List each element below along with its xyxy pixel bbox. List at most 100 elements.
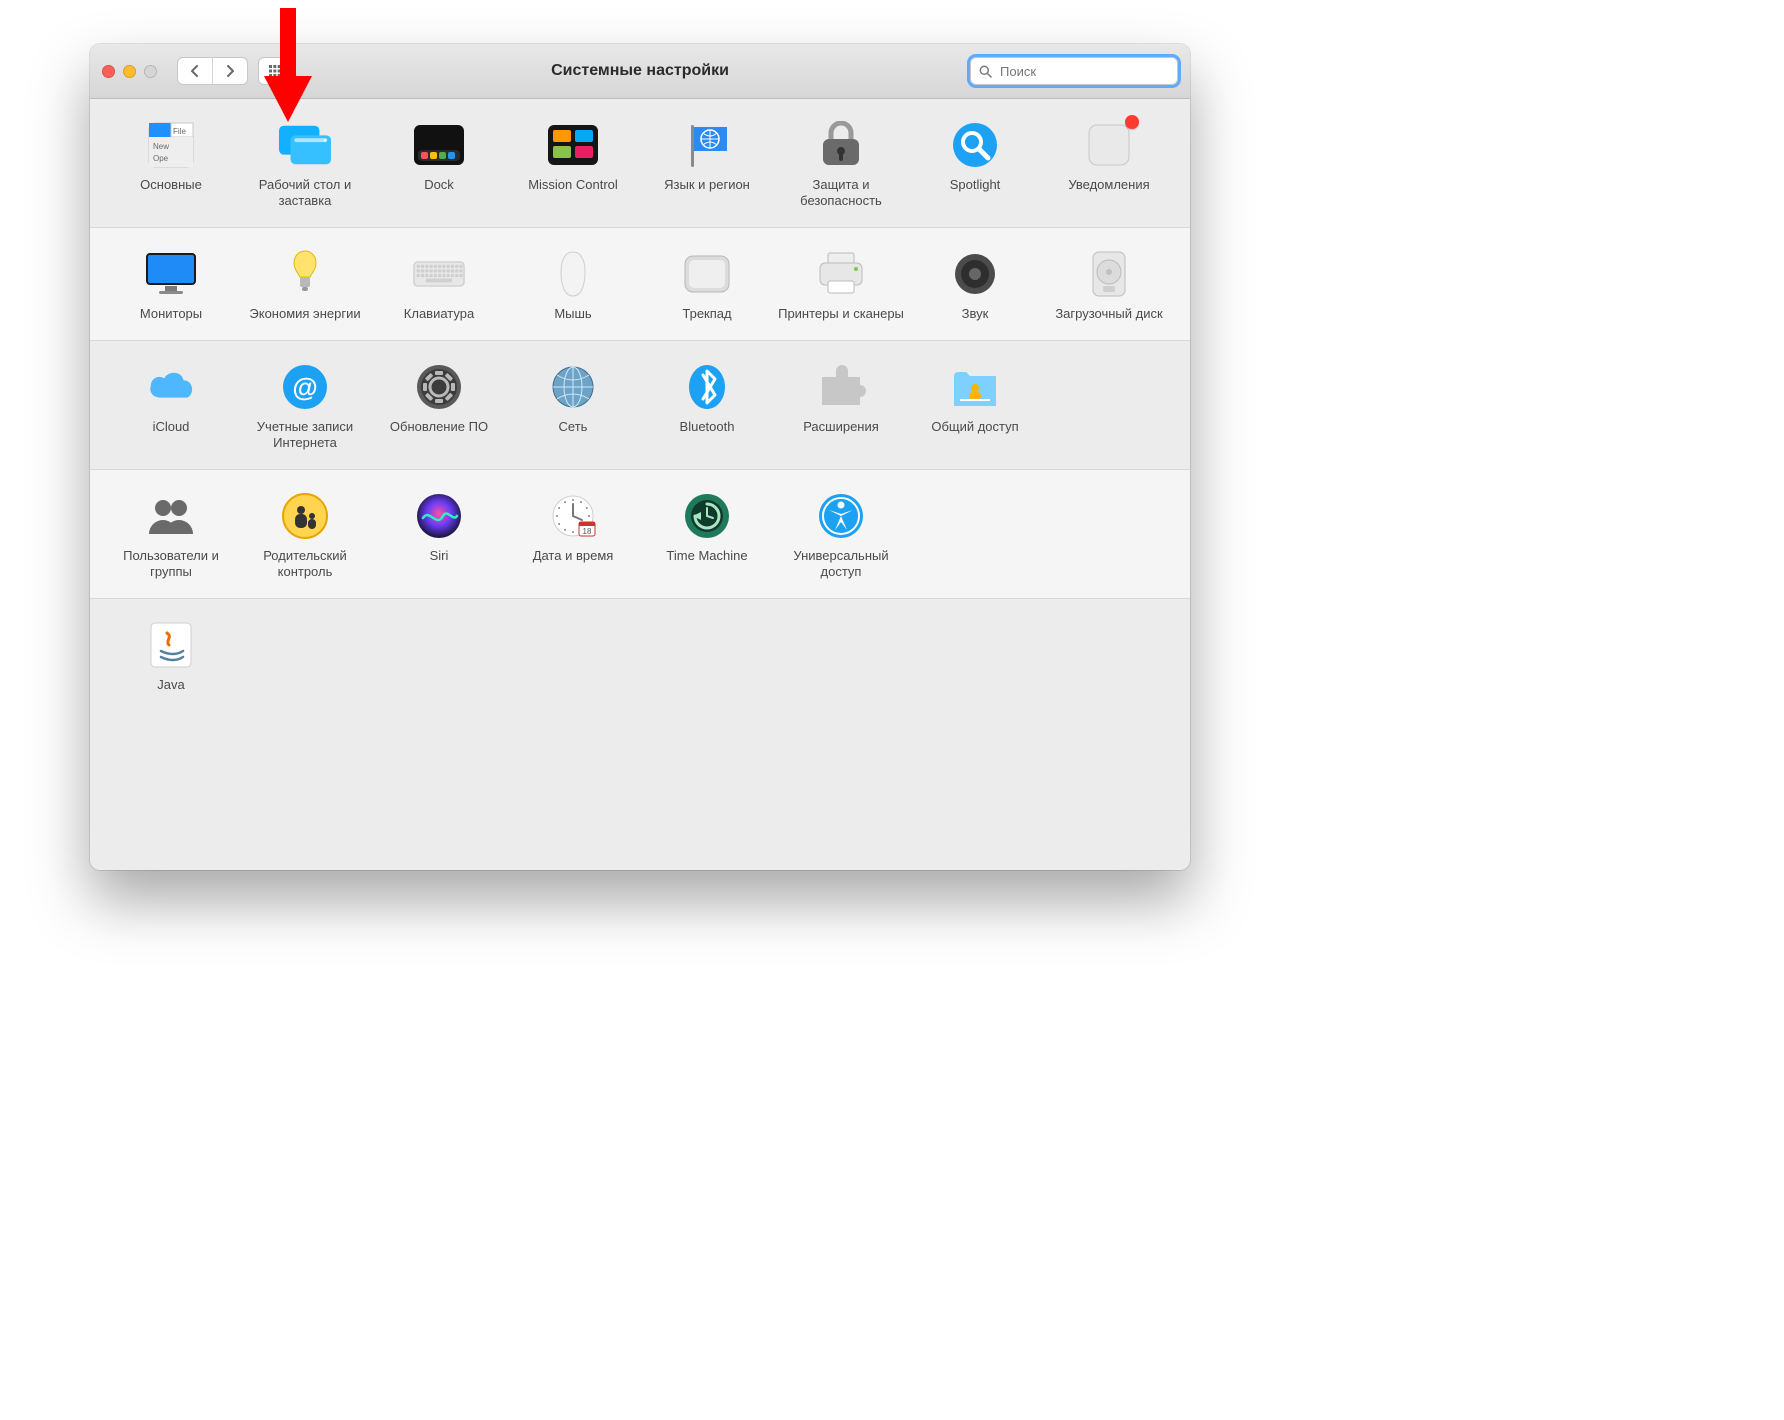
pref-item-label: Уведомления bbox=[1068, 177, 1149, 193]
pref-item-notifications[interactable]: Уведомления bbox=[1042, 119, 1176, 209]
pref-item-label: Звук bbox=[962, 306, 989, 322]
pref-item-date-time[interactable]: 18 Дата и время bbox=[506, 490, 640, 580]
network-icon bbox=[547, 361, 599, 413]
pref-item-label: Java bbox=[157, 677, 184, 693]
pref-item-dock[interactable]: Dock bbox=[372, 119, 506, 209]
pref-item-network[interactable]: Сеть bbox=[506, 361, 640, 451]
trackpad-icon bbox=[681, 248, 733, 300]
close-button[interactable] bbox=[102, 65, 115, 78]
date-time-icon: 18 bbox=[547, 490, 599, 542]
nav-back-forward bbox=[177, 57, 248, 85]
pref-item-label: Защита и безопасность bbox=[778, 177, 904, 209]
pref-item-label: iCloud bbox=[153, 419, 190, 435]
general-icon: FileNewOpe bbox=[145, 119, 197, 171]
pref-item-software-update[interactable]: Обновление ПО bbox=[372, 361, 506, 451]
search-field[interactable] bbox=[970, 57, 1178, 85]
back-button[interactable] bbox=[178, 58, 212, 84]
pref-item-mouse[interactable]: Мышь bbox=[506, 248, 640, 322]
pref-item-label: Загрузочный диск bbox=[1055, 306, 1162, 322]
sound-icon bbox=[949, 248, 1001, 300]
pref-item-icloud[interactable]: iCloud bbox=[104, 361, 238, 451]
pref-item-spotlight[interactable]: Spotlight bbox=[908, 119, 1042, 209]
minimize-button[interactable] bbox=[123, 65, 136, 78]
pref-item-label: Мышь bbox=[554, 306, 591, 322]
pref-item-label: Time Machine bbox=[666, 548, 747, 564]
pref-item-printers-scanners[interactable]: Принтеры и сканеры bbox=[774, 248, 908, 322]
extensions-icon bbox=[815, 361, 867, 413]
notifications-icon bbox=[1083, 119, 1135, 171]
search-icon bbox=[979, 65, 992, 78]
zoom-button-disabled bbox=[144, 65, 157, 78]
svg-text:18: 18 bbox=[583, 527, 592, 536]
pref-item-displays[interactable]: Мониторы bbox=[104, 248, 238, 322]
pref-item-language-region[interactable]: Язык и регион bbox=[640, 119, 774, 209]
icloud-icon bbox=[145, 361, 197, 413]
section-2: iCloud @ Учетные записи Интернета Обновлени… bbox=[90, 341, 1190, 470]
section-4: Java bbox=[90, 599, 1190, 711]
pref-item-label: Рабочий стол и заставка bbox=[242, 177, 368, 209]
pref-item-label: Обновление ПО bbox=[390, 419, 488, 435]
pref-item-label: Принтеры и сканеры bbox=[778, 306, 904, 322]
keyboard-icon bbox=[413, 248, 465, 300]
pref-item-accessibility[interactable]: Универсальный доступ bbox=[774, 490, 908, 580]
pref-item-label: Трекпад bbox=[682, 306, 731, 322]
pref-item-label: Дата и время bbox=[533, 548, 614, 564]
pref-item-label: Spotlight bbox=[950, 177, 1001, 193]
section-3: Пользователи и группыРодительский контро… bbox=[90, 470, 1190, 599]
pref-item-label: Клавиатура bbox=[404, 306, 474, 322]
pref-item-label: Bluetooth bbox=[680, 419, 735, 435]
chevron-right-icon bbox=[225, 65, 235, 77]
chevron-left-icon bbox=[190, 65, 200, 77]
pref-item-users-groups[interactable]: Пользователи и группы bbox=[104, 490, 238, 580]
pref-item-label: Основные bbox=[140, 177, 202, 193]
language-region-icon bbox=[681, 119, 733, 171]
pref-item-parental-controls[interactable]: Родительский контроль bbox=[238, 490, 372, 580]
pref-item-java[interactable]: Java bbox=[104, 619, 238, 693]
pref-item-general[interactable]: FileNewOpe Основные bbox=[104, 119, 238, 209]
accessibility-icon bbox=[815, 490, 867, 542]
pref-item-label: Общий доступ bbox=[931, 419, 1018, 435]
svg-text:Ope: Ope bbox=[153, 154, 169, 163]
notification-badge bbox=[1125, 115, 1139, 129]
search-input[interactable] bbox=[998, 63, 1178, 80]
pref-item-sound[interactable]: Звук bbox=[908, 248, 1042, 322]
pref-item-label: Учетные записи Интернета bbox=[242, 419, 368, 451]
internet-accounts-icon: @ bbox=[279, 361, 331, 413]
printers-scanners-icon bbox=[815, 248, 867, 300]
energy-saver-icon bbox=[279, 248, 331, 300]
pref-item-energy-saver[interactable]: Экономия энергии bbox=[238, 248, 372, 322]
security-privacy-icon bbox=[815, 119, 867, 171]
pref-item-label: Siri bbox=[430, 548, 449, 564]
pref-item-keyboard[interactable]: Клавиатура bbox=[372, 248, 506, 322]
preferences-body: FileNewOpe Основные Рабочий стол и заставк… bbox=[90, 99, 1190, 870]
grid-icon bbox=[269, 65, 285, 77]
pref-item-time-machine[interactable]: Time Machine bbox=[640, 490, 774, 580]
pref-item-sharing[interactable]: Общий доступ bbox=[908, 361, 1042, 451]
pref-item-label: Язык и регион bbox=[664, 177, 750, 193]
pref-item-extensions[interactable]: Расширения bbox=[774, 361, 908, 451]
section-0: FileNewOpe Основные Рабочий стол и заставк… bbox=[90, 99, 1190, 228]
pref-item-bluetooth[interactable]: Bluetooth bbox=[640, 361, 774, 451]
pref-item-mission-control[interactable]: Mission Control bbox=[506, 119, 640, 209]
show-all-button[interactable] bbox=[258, 57, 296, 85]
users-groups-icon bbox=[145, 490, 197, 542]
svg-text:@: @ bbox=[292, 372, 317, 402]
forward-button[interactable] bbox=[212, 58, 247, 84]
time-machine-icon bbox=[681, 490, 733, 542]
pref-item-internet-accounts[interactable]: @ Учетные записи Интернета bbox=[238, 361, 372, 451]
pref-item-security-privacy[interactable]: Защита и безопасность bbox=[774, 119, 908, 209]
siri-icon bbox=[413, 490, 465, 542]
pref-item-siri[interactable]: Siri bbox=[372, 490, 506, 580]
pref-item-desktop-screensaver[interactable]: Рабочий стол и заставка bbox=[238, 119, 372, 209]
svg-text:File: File bbox=[173, 127, 186, 136]
bluetooth-icon bbox=[681, 361, 733, 413]
pref-item-label: Расширения bbox=[803, 419, 879, 435]
window-controls bbox=[102, 65, 157, 78]
desktop-screensaver-icon bbox=[279, 119, 331, 171]
pref-item-label: Мониторы bbox=[140, 306, 202, 322]
dock-icon bbox=[413, 119, 465, 171]
pref-item-label: Универсальный доступ bbox=[778, 548, 904, 580]
pref-item-label: Родительский контроль bbox=[242, 548, 368, 580]
pref-item-startup-disk[interactable]: Загрузочный диск bbox=[1042, 248, 1176, 322]
pref-item-trackpad[interactable]: Трекпад bbox=[640, 248, 774, 322]
